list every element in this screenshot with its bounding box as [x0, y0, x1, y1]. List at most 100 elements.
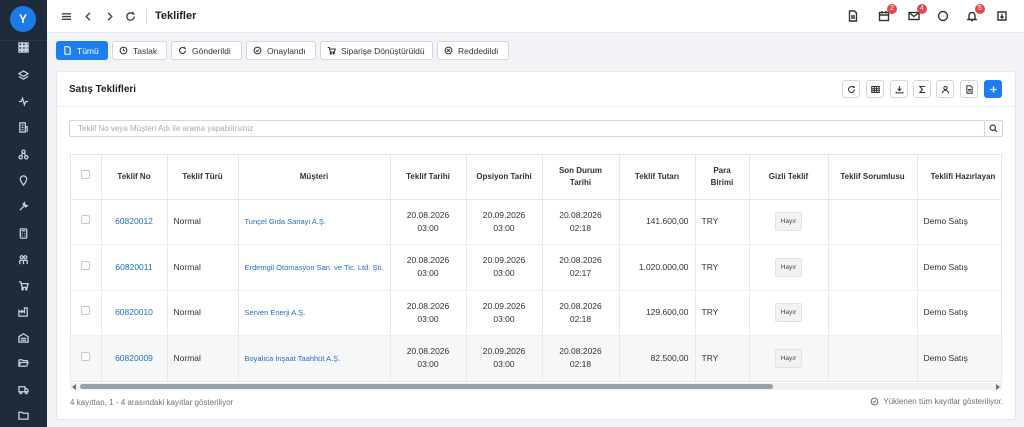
logout-icon[interactable] [995, 9, 1009, 23]
horizontal-scrollbar[interactable] [70, 383, 1002, 390]
mail-icon[interactable]: 4 [907, 4, 927, 23]
wrench-icon[interactable] [17, 200, 30, 213]
cart-icon[interactable] [17, 279, 30, 292]
chat-icon[interactable] [936, 9, 950, 23]
people-icon[interactable] [17, 253, 30, 266]
search-button[interactable] [985, 120, 1003, 137]
quote-number-link[interactable]: 60820009 [115, 353, 153, 363]
select-all-checkbox[interactable] [81, 170, 91, 180]
quote-number-link[interactable]: 60820011 [115, 262, 152, 272]
folder-icon[interactable] [17, 409, 30, 422]
user-filter-button[interactable] [936, 80, 954, 98]
scroll-left-arrow-icon[interactable] [72, 384, 76, 390]
tab-label: Gönderildi [192, 45, 231, 56]
column-header[interactable]: Teklif Sorumlusu [828, 155, 918, 200]
notification-badge: 5 [975, 4, 985, 14]
sum-button[interactable] [913, 80, 931, 98]
tab-converted-to-order[interactable]: Siparişe Dönüştürüldü [320, 41, 433, 60]
bell-icon[interactable]: 5 [965, 4, 985, 23]
tab-approved[interactable]: Onaylandı [246, 41, 316, 60]
calendar-icon[interactable]: 2 [877, 4, 897, 23]
sidebar: Y [0, 0, 47, 427]
page-title: Teklifler [155, 10, 197, 22]
notification-badge: 2 [887, 4, 897, 14]
table-header-row: Teklif No Teklif Türü Müşteri Teklif Tar… [71, 155, 1001, 200]
quote-amount: 129.600,00 [619, 290, 696, 336]
row-checkbox[interactable] [81, 351, 91, 361]
row-checkbox[interactable] [81, 260, 91, 270]
header-text: Birimi [710, 177, 734, 187]
customer-link[interactable]: Tunçel Gıda Sanayi A.Ş. [245, 217, 326, 226]
notification-badge: 4 [917, 4, 927, 14]
table-row[interactable]: 60820010 Normal Serven Enerji A.Ş. 20.08… [71, 290, 1001, 336]
column-header[interactable]: Müşteri [238, 155, 391, 200]
forward-arrow-icon[interactable] [103, 10, 116, 23]
status-date: 20.08.2026 02:18 [542, 290, 620, 336]
table-row[interactable]: 60820011 Normal Erdemgil Otomasyon San. … [71, 244, 1001, 291]
status-date: 20.08.2026 02:17 [542, 244, 620, 291]
currency: TRY [695, 244, 750, 291]
tab-sent[interactable]: Gönderildi [171, 41, 242, 60]
building-icon[interactable] [17, 121, 30, 134]
option-date: 20.09.2026 03:00 [466, 335, 543, 381]
location-pin-icon[interactable] [17, 174, 30, 187]
table-row[interactable]: 60820012 Normal Tunçel Gıda Sanayi A.Ş. … [71, 199, 1001, 245]
column-header[interactable]: Para Birimi [695, 155, 750, 200]
user-icon [941, 85, 949, 93]
column-header[interactable]: Gizli Teklif [749, 155, 829, 200]
folder-open-icon[interactable] [17, 356, 30, 369]
avatar[interactable]: Y [10, 6, 36, 32]
add-quote-button[interactable] [984, 80, 1002, 98]
network-icon[interactable] [17, 148, 30, 161]
loaded-records-text: Yüklenen tüm kayıtlar gösteriliyor. [883, 397, 1003, 406]
grid-icon[interactable] [17, 41, 30, 54]
customer-link[interactable]: Boyalıca İnşaat Taahhüt A.Ş. [245, 354, 341, 363]
pdf-button[interactable] [960, 80, 978, 98]
quote-number-link[interactable]: 60820012 [115, 216, 153, 226]
column-header[interactable]: Teklifi Hazırlayan [917, 155, 1001, 200]
select-all-header [71, 155, 102, 200]
quote-number-link[interactable]: 60820010 [115, 307, 153, 317]
back-arrow-icon[interactable] [82, 10, 95, 23]
record-count-info: 4 kayıttan, 1 - 4 arasındaki kayıtlar gö… [70, 398, 234, 407]
customer-link[interactable]: Erdemgil Otomasyon San. ve Tic. Ltd. Şti… [245, 263, 384, 272]
topbar-divider [146, 9, 147, 24]
scroll-right-arrow-icon[interactable] [996, 384, 1000, 390]
column-header[interactable]: Son Durum Tarihi [542, 155, 620, 200]
table-row[interactable]: 60820009 Normal Boyalıca İnşaat Taahhüt … [71, 335, 1001, 381]
factory-icon[interactable] [17, 305, 30, 318]
tab-draft[interactable]: Taslak [112, 41, 167, 60]
customer-link[interactable]: Serven Enerji A.Ş. [245, 308, 306, 317]
tab-rejected[interactable]: Reddedildi [437, 41, 509, 60]
column-header[interactable]: Teklif Türü [167, 155, 239, 200]
calculator-icon[interactable] [17, 227, 30, 240]
currency: TRY [695, 199, 750, 245]
refresh-button[interactable] [842, 80, 860, 98]
scrollbar-thumb[interactable] [80, 384, 773, 389]
column-header[interactable]: Opsiyon Tarihi [466, 155, 543, 200]
warehouse-icon[interactable] [17, 331, 30, 344]
tab-label: Taslak [133, 45, 158, 56]
column-header[interactable]: Teklif Tarihi [390, 155, 467, 200]
column-header[interactable]: Teklif Tutarı [619, 155, 696, 200]
cart-icon [327, 46, 336, 55]
download-button[interactable] [890, 80, 908, 98]
pdf-icon [965, 84, 973, 94]
activity-icon[interactable] [17, 95, 30, 108]
quote-preparer: Demo Satış [917, 335, 1001, 381]
hidden-badge: Hayır [774, 348, 803, 368]
tab-all[interactable]: Tümü [56, 41, 108, 60]
layers-icon[interactable] [17, 69, 30, 82]
search-input[interactable] [69, 120, 985, 137]
hamburger-menu-icon[interactable] [60, 10, 73, 23]
document-icon[interactable] [846, 9, 860, 23]
row-checkbox[interactable] [81, 215, 91, 225]
columns-button[interactable] [866, 80, 884, 98]
reload-icon[interactable] [124, 10, 137, 23]
row-select-cell [71, 244, 102, 291]
quote-owner [828, 244, 918, 291]
column-header[interactable]: Teklif No [101, 155, 168, 200]
truck-icon[interactable] [17, 383, 30, 396]
check-circle-icon [870, 397, 879, 406]
row-checkbox[interactable] [81, 306, 91, 316]
